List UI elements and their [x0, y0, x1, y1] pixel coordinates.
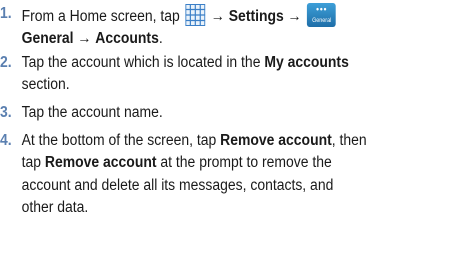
more-dots-icon: •••: [316, 4, 328, 14]
my-accounts-label: My accounts: [264, 54, 349, 71]
step-text: From a Home screen, tap → Settings → •••…: [21, 3, 338, 48]
accounts-label: Accounts: [95, 30, 159, 48]
step-text-part: At the bottom of the screen, tap: [21, 132, 217, 149]
remove-account-label: Remove account: [220, 132, 332, 149]
step-text: Tap the account name.: [21, 104, 163, 121]
step-text-part: Tap the account which is located in the: [21, 54, 261, 71]
step-text-part: From a Home screen, tap: [21, 8, 180, 25]
step-text-part: , then: [331, 132, 367, 149]
step-text-part: section.: [21, 76, 70, 94]
step-number: 3.: [0, 104, 12, 121]
step-text-part: account and delete all its messages, con…: [21, 176, 334, 194]
step-1: 1. From a Home screen, tap → Settings →: [0, 3, 462, 51]
general-settings-icon: ••• General: [307, 3, 337, 27]
remove-account-label: Remove account: [44, 154, 157, 172]
step-text-part: tap: [21, 154, 42, 172]
step-text: Tap the account which is located in the …: [22, 54, 349, 93]
step-text-part: other data.: [21, 199, 89, 217]
step-3: 3. Tap the account name.: [0, 102, 462, 124]
arrow: →: [210, 8, 225, 25]
general-label: General: [21, 30, 74, 48]
step-number: 1.: [0, 5, 12, 22]
arrow: →: [77, 30, 92, 48]
step-number: 2.: [0, 54, 12, 71]
apps-grid-icon-graphic: [184, 3, 205, 26]
step-text-part: at the prompt to remove the: [160, 154, 332, 172]
punctuation: .: [158, 30, 163, 48]
general-icon-caption: General: [312, 18, 332, 24]
step-number: 4.: [0, 132, 12, 149]
step-2: 2. Tap the account which is located in t…: [0, 52, 462, 97]
settings-label: Settings: [228, 8, 284, 25]
arrow: →: [287, 8, 302, 25]
apps-grid-icon: [184, 3, 206, 26]
step-text: At the bottom of the screen, tap Remove …: [22, 132, 367, 216]
step-4: 4. At the bottom of the screen, tap Remo…: [0, 130, 462, 220]
